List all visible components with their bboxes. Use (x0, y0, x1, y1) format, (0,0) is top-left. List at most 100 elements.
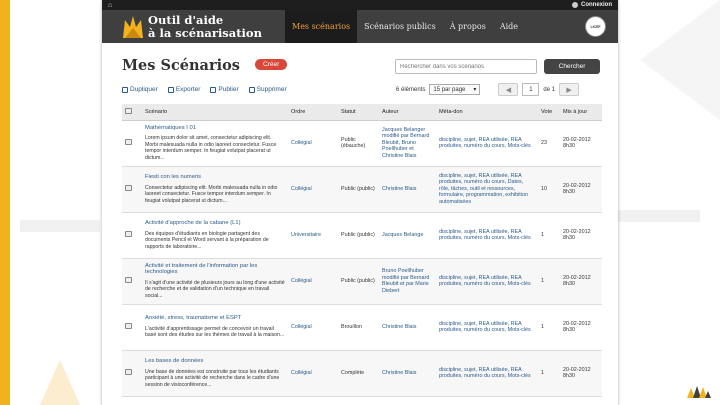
crown-logo-icon (123, 15, 143, 38)
order-cell[interactable]: Collégial (288, 166, 338, 213)
create-button[interactable]: Créer (255, 59, 288, 70)
scenario-title-link[interactable]: Les bases de données (145, 358, 285, 365)
row-checkbox[interactable] (125, 322, 132, 329)
author-cell[interactable]: Bruno Poellhuber modifié par Bernard Ble… (379, 258, 436, 305)
top-bar: ⌂ Connexion (102, 0, 618, 10)
app-title-line2: à la scénarisation (148, 25, 262, 40)
updated-cell: 20-02-2012 8h30 (560, 166, 602, 213)
row-select-cell (122, 212, 142, 259)
scenario-title-link[interactable]: Fiesti con les numeris (145, 174, 285, 181)
table-row[interactable]: Activité d'approche de la cabane (L1) Des… (122, 212, 602, 259)
page-total: de 1 (543, 86, 556, 93)
order-cell[interactable]: Collégial (288, 120, 338, 167)
metadata-cell[interactable]: discipline, sujet, REA utilisée, REA pro… (436, 212, 538, 259)
author-cell[interactable]: Jacques Belange (379, 212, 436, 259)
metadata-cell[interactable]: discipline, sujet, REA utilisée, REA pro… (436, 350, 538, 397)
scenario-description: Lorem ipsum dolor sit amet, consectetur … (145, 135, 277, 161)
table-row[interactable]: Anxiété, stress, traumatisme et ESPT L'ac… (122, 304, 602, 351)
actions-toolbar: Dupliquer Exporter Publier Supprimer (122, 86, 287, 93)
scenario-title-link[interactable]: Mathématiques I 01 (145, 125, 285, 132)
votes-cell: 1 (538, 350, 560, 397)
slide: ⌂ Connexion Outil d'aide à la scénarisat… (0, 0, 720, 405)
page-number-input[interactable]: 1 (522, 83, 540, 96)
next-page-button[interactable]: ▶ (559, 83, 580, 96)
updated-cell: 20-02-2012 8h30 (560, 120, 602, 167)
order-cell[interactable]: Collégial (288, 258, 338, 305)
metadata-cell[interactable]: discipline, sujet, REA utilisée, REA pro… (436, 120, 538, 167)
trash-icon (248, 86, 255, 93)
author-cell[interactable]: Jacques Belanger modifié par Bernard Ble… (379, 120, 436, 167)
scenario-title-link[interactable]: Activité et traitement de l'information … (145, 263, 285, 276)
table-row[interactable]: Fiesti con les numeris Consectetur adipis… (122, 166, 602, 213)
column-header[interactable]: Mis à jour (560, 104, 602, 121)
export-label: Exporter (175, 86, 201, 93)
column-header[interactable]: Méta-don (436, 104, 538, 121)
title-bar: Mes Scénarios Créer Chercher (102, 43, 618, 87)
metadata-cell[interactable]: discipline, sujet, REA utilisée, REA pro… (436, 304, 538, 351)
status-cell: Public (public) (338, 166, 379, 213)
duplicate-action[interactable]: Dupliquer (122, 86, 158, 93)
order-cell[interactable]: Collégial (288, 350, 338, 397)
login-label: Connexion (581, 2, 612, 8)
select-all-checkbox[interactable] (125, 107, 132, 114)
duplicate-icon (122, 86, 128, 93)
search-button[interactable]: Chercher (544, 59, 600, 74)
order-cell[interactable]: Universitaire (288, 212, 338, 259)
table-row[interactable]: Activité et traitement de l'information … (122, 258, 602, 305)
updated-cell: 20-02-2012 8h30 (560, 350, 602, 397)
app-logo[interactable]: Outil d'aide à la scénarisation (102, 10, 262, 43)
column-header[interactable]: Scénario (142, 104, 288, 121)
app-window: ⌂ Connexion Outil d'aide à la scénarisat… (102, 0, 618, 405)
status-cell: Public (public) (338, 258, 379, 305)
prev-page-button[interactable]: ◀ (498, 83, 519, 96)
row-checkbox[interactable] (125, 368, 132, 375)
delete-action[interactable]: Supprimer (248, 86, 287, 93)
row-checkbox[interactable] (125, 184, 132, 191)
row-checkbox[interactable] (125, 138, 132, 145)
per-page-value: 15 par page (433, 86, 466, 93)
metadata-cell[interactable]: discipline, sujet, REA utilisée, REA pro… (436, 258, 538, 305)
select-all-cell (122, 104, 142, 121)
scenario-title-link[interactable]: Activité d'approche de la cabane (L1) (145, 220, 285, 227)
status-cell: Public (ébauche) (338, 120, 379, 167)
nav-my-scenarios[interactable]: Mes scénarios (285, 10, 358, 43)
order-cell[interactable]: Collégial (288, 304, 338, 351)
login-link[interactable]: Connexion (572, 2, 612, 8)
duplicate-label: Dupliquer (130, 86, 158, 93)
nav-about[interactable]: À propos (443, 10, 493, 43)
publish-icon (210, 86, 217, 93)
app-title: Outil d'aide à la scénarisation (148, 12, 262, 40)
per-page-select[interactable]: 15 par page ▾ (429, 84, 481, 95)
table-row[interactable]: Les bases de données Une base de données … (122, 350, 602, 397)
scenario-cell: Anxiété, stress, traumatisme et ESPT L'ac… (142, 304, 288, 351)
app-title-line1: Outil d'aide (148, 12, 224, 27)
search-input[interactable] (395, 59, 537, 74)
scenario-cell: Fiesti con les numeris Consectetur adipis… (142, 166, 288, 213)
table-row[interactable]: Mathématiques I 01 Lorem ipsum dolor sit … (122, 120, 602, 167)
scenario-description: Une base de données est construite par t… (145, 368, 280, 388)
column-header[interactable]: Ordre (288, 104, 338, 121)
scenario-description: L'activité d'apprentissage permet de con… (145, 325, 285, 339)
page-title: Mes Scénarios (122, 57, 240, 74)
author-cell[interactable]: Christine Blais (379, 166, 436, 213)
home-icon[interactable]: ⌂ (108, 2, 112, 9)
column-header[interactable]: Statut (338, 104, 379, 121)
scenario-description: Consectetur adipiscing elit. Morbi males… (145, 184, 278, 204)
export-action[interactable]: Exporter (167, 86, 201, 93)
author-cell[interactable]: Christine Blais (379, 304, 436, 351)
votes-cell: 1 (538, 304, 560, 351)
row-checkbox[interactable] (125, 276, 132, 283)
row-checkbox[interactable] (125, 230, 132, 237)
column-header[interactable]: Vote (538, 104, 560, 121)
nav-public-scenarios[interactable]: Scénarios publics (357, 10, 443, 43)
votes-cell: 23 (538, 120, 560, 167)
author-cell[interactable]: Christine Blais (379, 350, 436, 397)
votes-cell: 1 (538, 212, 560, 259)
updated-cell: 20-02-2012 8h30 (560, 258, 602, 305)
column-header[interactable]: Auteur (379, 104, 436, 121)
scenario-title-link[interactable]: Anxiété, stress, traumatisme et ESPT (145, 315, 285, 322)
metadata-cell[interactable]: discipline, sujet, REA utilisée, REA pro… (436, 166, 538, 213)
nav-help[interactable]: Aide (493, 10, 525, 43)
publish-action[interactable]: Publier (210, 86, 239, 93)
scenario-description: Il s'agit d'une activité de plusieurs jo… (145, 279, 285, 299)
